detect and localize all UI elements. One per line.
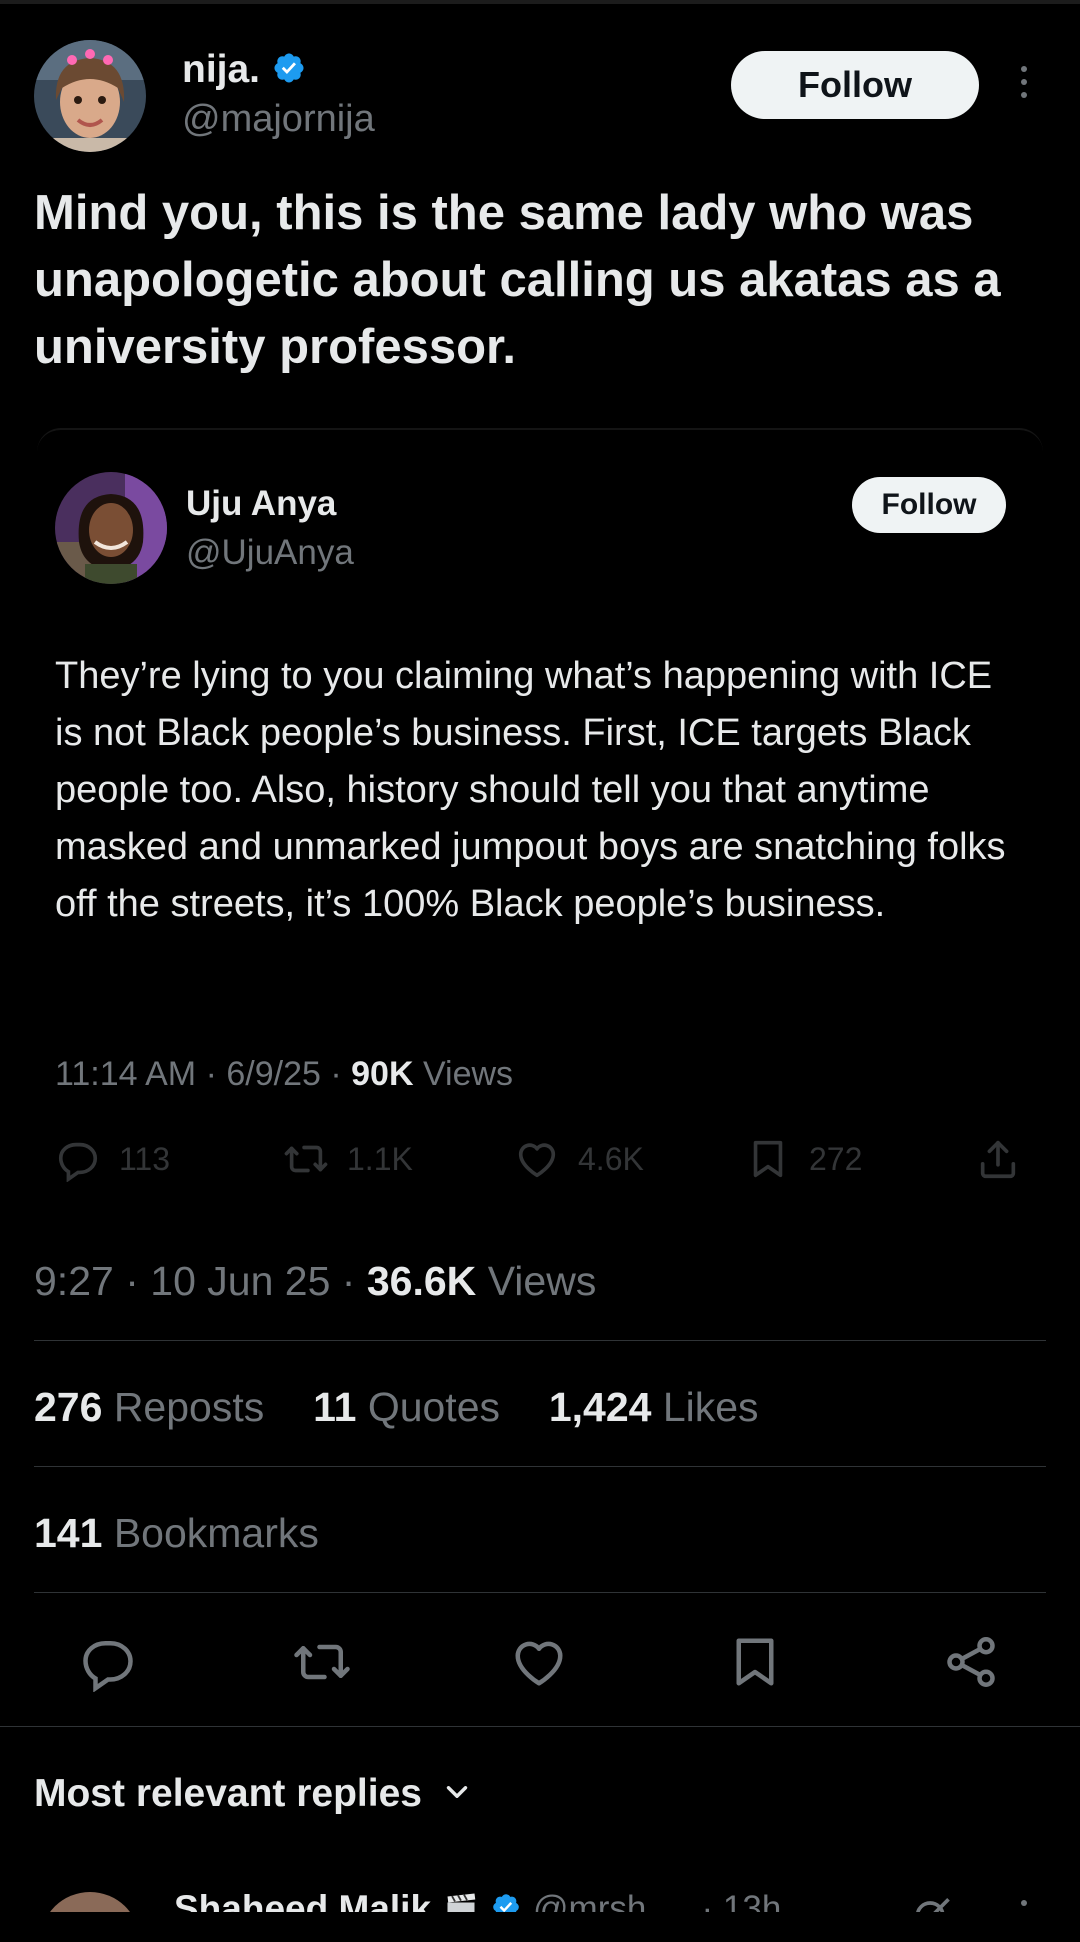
bottom-bar	[0, 1912, 1080, 1942]
reply-button[interactable]	[78, 1632, 138, 1692]
reply-icon	[78, 1632, 138, 1692]
quoted-author-name[interactable]: Uju Anya	[186, 484, 336, 524]
author-avatar[interactable]	[34, 40, 146, 152]
tweet-text: Mind you, this is the same lady who was …	[34, 186, 1001, 374]
bookmarks-stat[interactable]: 141 Bookmarks	[34, 1510, 319, 1557]
author-name-row: nija.	[182, 48, 306, 92]
quoted-date: 6/9/25	[226, 1055, 321, 1093]
reply-icon	[55, 1136, 101, 1182]
reposts-label: Reposts	[113, 1384, 265, 1430]
share-icon	[975, 1136, 1021, 1182]
reposts-count: 276	[34, 1384, 103, 1430]
quoted-author-handle[interactable]: @UjuAnya	[186, 533, 354, 573]
quoted-tweet-meta: 11:14 AM · 6/9/25 · 90K Views	[55, 1055, 513, 1094]
bookmarks-count: 141	[34, 1510, 103, 1556]
reposts-stat[interactable]: 276 Reposts	[34, 1384, 276, 1430]
quoted-bookmark-button[interactable]: 272	[745, 1136, 862, 1182]
author-handle[interactable]: @majornija	[182, 98, 375, 141]
like-button[interactable]	[509, 1632, 569, 1692]
likes-count: 1,424	[548, 1384, 652, 1430]
quotes-label: Quotes	[367, 1384, 501, 1430]
chevron-down-icon	[440, 1775, 474, 1814]
share-network-icon	[941, 1632, 1001, 1692]
quoted-like-count: 4.6K	[578, 1140, 644, 1177]
share-button[interactable]	[941, 1632, 1001, 1692]
tweet-time: 9:27	[34, 1258, 114, 1304]
quoted-tweet-text: They’re lying to you claiming what’s hap…	[55, 655, 1006, 925]
quoted-reply-button[interactable]: 113	[55, 1136, 170, 1182]
replies-sort-selector[interactable]: Most relevant replies	[34, 1772, 474, 1816]
like-icon	[514, 1136, 560, 1182]
quoted-author-avatar[interactable]	[55, 472, 167, 584]
divider	[34, 1340, 1046, 1341]
quoted-follow-button[interactable]: Follow	[852, 477, 1006, 533]
quoted-like-button[interactable]: 4.6K	[514, 1136, 644, 1182]
bookmark-button[interactable]	[725, 1632, 785, 1692]
engagement-stats: 276 Reposts 11 Quotes 1,424 Likes	[34, 1384, 759, 1431]
quoted-views-label: Views	[422, 1055, 514, 1093]
divider	[34, 1466, 1046, 1467]
quoted-time: 11:14 AM	[55, 1055, 197, 1093]
bookmark-icon	[725, 1632, 785, 1692]
section-separator	[0, 1726, 1080, 1727]
repost-icon	[283, 1136, 329, 1182]
tweet-views-label: Views	[487, 1258, 597, 1304]
quotes-count: 11	[313, 1384, 357, 1430]
replies-sort-label: Most relevant replies	[34, 1772, 422, 1815]
quoted-reply-count: 113	[119, 1140, 171, 1177]
tweet-views-count: 36.6K	[366, 1258, 477, 1304]
meta-separator: ·	[205, 1055, 217, 1093]
more-options-icon[interactable]	[1017, 66, 1031, 102]
quoted-repost-button[interactable]: 1.1K	[283, 1136, 413, 1182]
meta-separator: ·	[330, 1055, 342, 1093]
quoted-repost-count: 1.1K	[347, 1140, 413, 1177]
quoted-views-count: 90K	[351, 1055, 414, 1093]
bookmarks-label: Bookmarks	[113, 1510, 319, 1556]
likes-label: Likes	[662, 1384, 759, 1430]
likes-stat[interactable]: 1,424 Likes	[549, 1384, 759, 1430]
top-edge-line	[0, 0, 1080, 4]
meta-separator: ·	[125, 1258, 139, 1304]
tweet-date: 10 Jun 25	[150, 1258, 331, 1304]
follow-button[interactable]: Follow	[731, 51, 979, 119]
divider	[34, 1592, 1046, 1593]
quoted-share-button[interactable]	[975, 1136, 1021, 1182]
bookmark-icon	[745, 1136, 791, 1182]
author-name[interactable]: nija.	[182, 48, 260, 92]
repost-button[interactable]	[292, 1632, 352, 1692]
like-icon	[509, 1632, 569, 1692]
tweet-meta: 9:27 · 10 Jun 25 · 36.6K Views	[34, 1258, 596, 1305]
quotes-stat[interactable]: 11 Quotes	[313, 1384, 511, 1430]
repost-icon	[292, 1632, 352, 1692]
quoted-bookmark-count: 272	[809, 1140, 863, 1177]
verified-badge-icon	[272, 51, 306, 90]
meta-separator: ·	[341, 1258, 356, 1304]
